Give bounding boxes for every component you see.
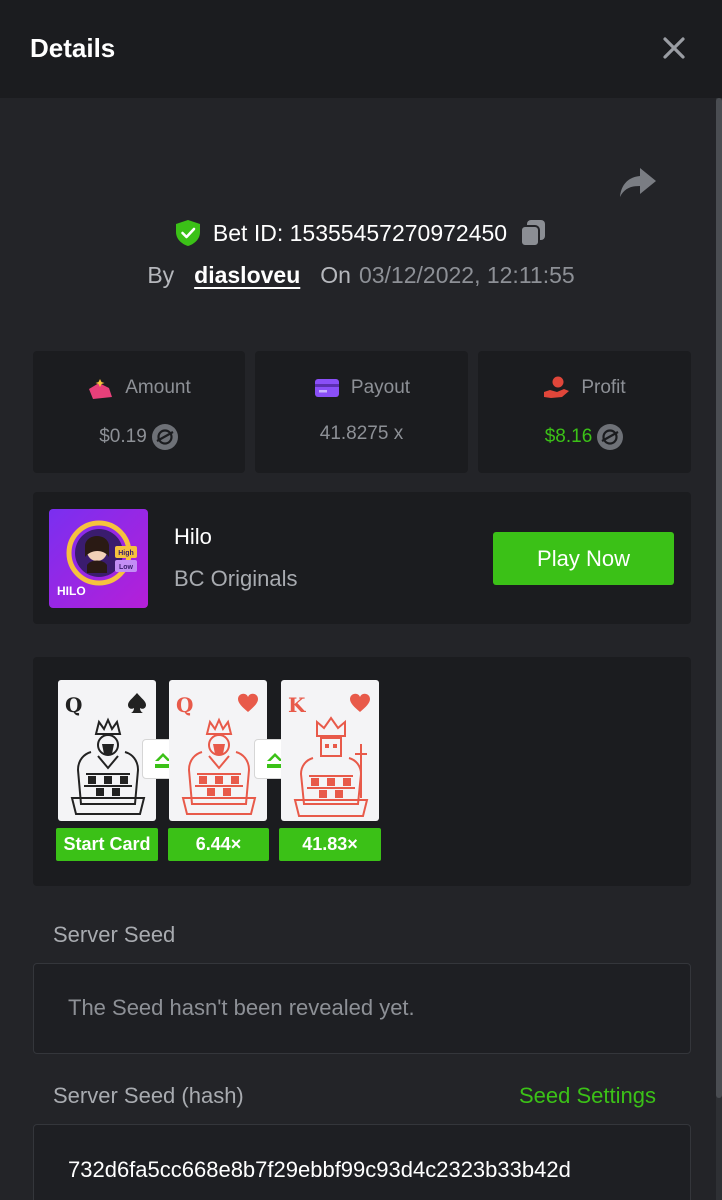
game-name: Hilo: [174, 524, 212, 549]
profit-value: $8.16: [544, 426, 593, 447]
game-thumbnail[interactable]: High Low HILO: [49, 509, 148, 608]
thumb-low: Low: [119, 564, 134, 571]
payout-card-icon: [314, 379, 339, 397]
server-seed-hash-value: 732d6fa5cc668e8b7f29ebbf99c93d4c2323b33b…: [68, 1157, 571, 1182]
heart-icon: [238, 693, 258, 712]
amount-label: Amount: [125, 377, 191, 398]
queen-figure-art: [181, 717, 257, 815]
thumb-title: HILO: [57, 584, 86, 598]
server-seed-hash-label: Server Seed (hash): [53, 1083, 244, 1108]
server-seed-field: The Seed hasn't been revealed yet.: [33, 963, 691, 1054]
card-label-multiplier: 41.83×: [279, 828, 381, 861]
seed-settings-link[interactable]: Seed Settings: [519, 1083, 656, 1109]
profit-label: Profit: [581, 377, 626, 398]
share-icon[interactable]: [618, 166, 658, 200]
payout-value: 41.8275 x: [319, 423, 404, 444]
payout-card: Payout 41.8275 x: [255, 351, 468, 473]
amount-icon: [89, 379, 113, 399]
profit-hand-icon: [544, 376, 570, 398]
currency-coin-icon: [597, 424, 624, 450]
game-provider: BC Originals: [174, 566, 298, 591]
bet-id-row: Bet ID: 15355457270972450: [0, 214, 722, 252]
server-seed-label: Server Seed: [53, 922, 176, 947]
play-now-button[interactable]: Play Now: [493, 532, 674, 585]
game-card: High Low HILO Hilo BC Originals Play Now: [33, 492, 691, 624]
amount-value: $0.19: [99, 426, 147, 447]
on-label: On: [320, 261, 351, 288]
header-title: Details: [30, 33, 116, 63]
bet-id: Bet ID: 15355457270972450: [212, 219, 508, 246]
details-header: Details: [0, 0, 722, 98]
playing-card-king-hearts: K: [281, 680, 379, 821]
by-label: By: [147, 261, 175, 288]
copy-icon[interactable]: [519, 218, 547, 248]
currency-coin-icon: [151, 424, 178, 450]
spade-icon: [128, 693, 146, 713]
thumb-high: High: [118, 550, 134, 557]
server-seed-hash-field: 732d6fa5cc668e8b7f29ebbf99c93d4c2323b33b…: [33, 1124, 691, 1200]
payout-label: Payout: [350, 377, 411, 398]
card-label-start: Start Card: [56, 828, 158, 861]
close-icon[interactable]: [658, 32, 690, 64]
profit-card: Profit $8.16: [478, 351, 691, 473]
amount-card: Amount $0.19: [33, 351, 245, 473]
king-figure-art: [293, 716, 369, 817]
bet-meta-row: By diasloveu On 03/12/2022, 12:11:55: [0, 258, 722, 292]
heart-icon: [350, 693, 370, 712]
card-label-multiplier: 6.44×: [168, 828, 269, 861]
server-seed-value: The Seed hasn't been revealed yet.: [68, 995, 415, 1020]
playing-card-queen-hearts: Q: [169, 680, 267, 821]
bet-datetime: 03/12/2022, 12:11:55: [358, 261, 575, 288]
hilo-cards-panel: Q Q K Start Card 6.44× 41.83×: [33, 657, 691, 886]
username-link[interactable]: diasloveu: [194, 262, 300, 289]
verified-shield-icon: [175, 220, 200, 246]
